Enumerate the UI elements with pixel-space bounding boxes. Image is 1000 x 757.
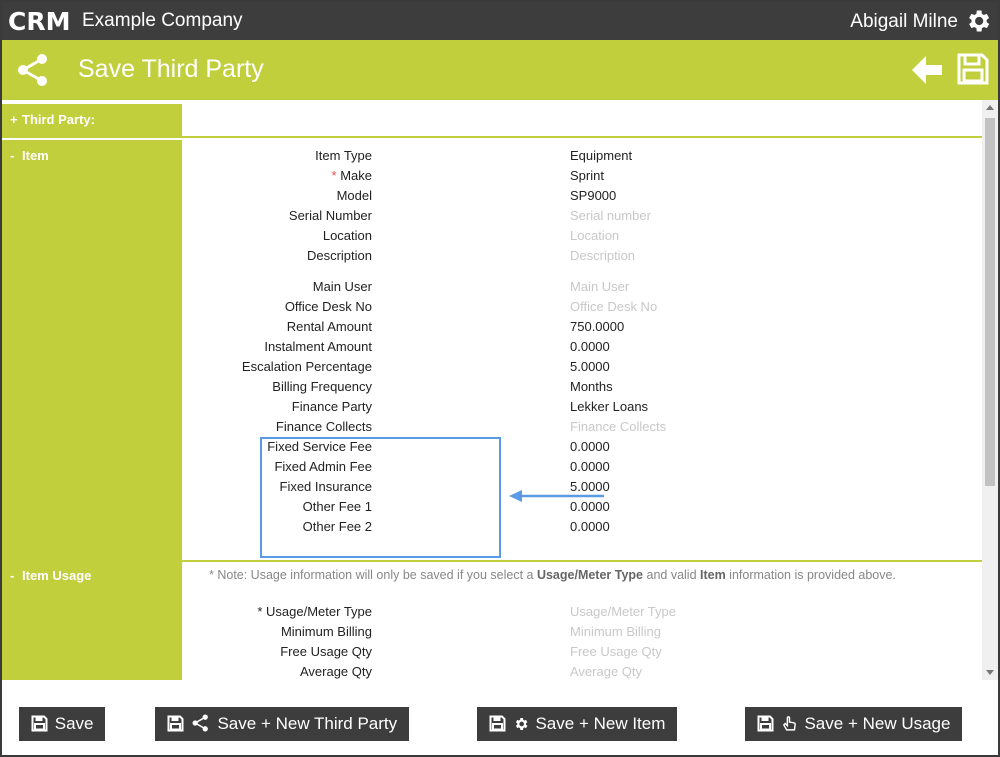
field-value[interactable]: Location	[570, 226, 619, 246]
user-name[interactable]: Abigail Milne	[850, 11, 958, 33]
scrollbar[interactable]	[982, 100, 998, 680]
field-label: Finance Collects	[275, 419, 372, 434]
field-label: Main User	[312, 279, 372, 294]
field-value[interactable]: Lekker Loans	[570, 397, 648, 417]
section-third-party: + Third Party:	[2, 104, 982, 138]
section-label: Item	[22, 148, 49, 163]
field-value[interactable]: Free Usage Qty	[570, 642, 662, 662]
field-label: * Make	[331, 168, 372, 183]
field-value[interactable]: Office Desk No	[570, 297, 657, 317]
field-label: Instalment Amount	[264, 339, 372, 354]
field-value[interactable]: Finance Collects	[570, 417, 666, 437]
section-body	[182, 104, 982, 138]
field-label: Free Usage Qty	[280, 644, 372, 659]
field-value[interactable]: 0.0000	[570, 437, 610, 457]
required-marker: *	[257, 604, 267, 619]
field-value[interactable]: 0.0000	[570, 457, 610, 477]
field-value[interactable]: Serial number	[570, 206, 651, 226]
field-value[interactable]: Description	[570, 246, 635, 266]
section-label: Item Usage	[22, 568, 92, 583]
page-header: Save Third Party	[2, 40, 998, 100]
field-value[interactable]: Usage/Meter Type	[570, 602, 676, 622]
section-label: Third Party:	[22, 112, 95, 127]
save-icon	[489, 715, 506, 732]
pointer-arrow	[509, 490, 604, 502]
section-body: * Note: Usage information will only be s…	[182, 560, 982, 680]
field-value[interactable]: SP9000	[570, 186, 616, 206]
highlight-box	[260, 437, 501, 558]
save-new-usage-button[interactable]: Save + New Usage	[745, 707, 963, 741]
share-icon	[16, 53, 52, 92]
scroll-up-icon[interactable]	[986, 105, 994, 110]
usage-note: * Note: Usage information will only be s…	[209, 568, 896, 582]
scroll-down-icon[interactable]	[986, 670, 994, 675]
collapse-icon: -	[10, 148, 15, 163]
required-marker: *	[331, 168, 341, 183]
cogs-icon	[515, 718, 528, 730]
save-icon	[167, 715, 184, 732]
field-value[interactable]: Equipment	[570, 146, 632, 166]
top-bar: CRM Example Company Abigail Milne	[2, 2, 998, 40]
field-value[interactable]: Main User	[570, 277, 629, 297]
page-title: Save Third Party	[78, 55, 264, 83]
section-toggle-item-usage[interactable]: - Item Usage	[2, 560, 182, 680]
section-toggle-item[interactable]: - Item	[2, 140, 182, 560]
form-content: + Third Party: - Item Item Type Equipment * …	[2, 100, 982, 680]
save-new-third-party-button[interactable]: Save + New Third Party	[155, 707, 410, 741]
field-label: Minimum Billing	[280, 624, 372, 639]
save-button[interactable]: Save	[19, 707, 106, 741]
field-label: Average Qty	[299, 664, 372, 679]
back-arrow-icon[interactable]	[910, 54, 944, 91]
field-value[interactable]: 750.0000	[570, 317, 624, 337]
field-value[interactable]: Average Qty	[570, 662, 642, 680]
field-value[interactable]: Months	[570, 377, 613, 397]
save-icon	[757, 715, 774, 732]
field-label: * Usage/Meter Type	[257, 604, 372, 619]
field-value[interactable]: Minimum Billing	[570, 622, 661, 642]
field-label: Description	[306, 248, 372, 263]
section-toggle-third-party[interactable]: + Third Party:	[2, 104, 182, 138]
collapse-icon: -	[10, 568, 15, 583]
field-label: Model	[336, 188, 372, 203]
section-item-usage: - Item Usage * Note: Usage information wi…	[2, 560, 982, 680]
field-label: Escalation Percentage	[241, 359, 372, 374]
svg-text:CRM: CRM	[8, 8, 70, 34]
save-new-item-button[interactable]: Save + New Item	[477, 707, 678, 741]
gear-icon[interactable]	[964, 7, 992, 40]
field-label: Office Desk No	[284, 299, 372, 314]
field-label: Location	[322, 228, 372, 243]
field-label: Rental Amount	[286, 319, 372, 334]
field-label: Item Type	[315, 148, 372, 163]
field-label: Finance Party	[291, 399, 372, 414]
field-value[interactable]: 0.0000	[570, 337, 610, 357]
save-icon[interactable]	[956, 52, 990, 91]
save-icon	[31, 715, 48, 732]
field-label: Billing Frequency	[272, 379, 372, 394]
field-value[interactable]: 5.0000	[570, 357, 610, 377]
footer-bar: Save Save + New Third Party Save + New I…	[2, 680, 998, 755]
hand-icon	[782, 716, 796, 731]
share-icon	[192, 714, 208, 732]
crm-logo: CRM	[8, 7, 72, 39]
field-value[interactable]: 0.0000	[570, 517, 610, 537]
field-label: Serial Number	[288, 208, 372, 223]
company-name: Example Company	[82, 10, 243, 31]
expand-icon: +	[10, 112, 18, 127]
field-value[interactable]: Sprint	[570, 166, 604, 186]
scroll-thumb[interactable]	[985, 118, 995, 486]
